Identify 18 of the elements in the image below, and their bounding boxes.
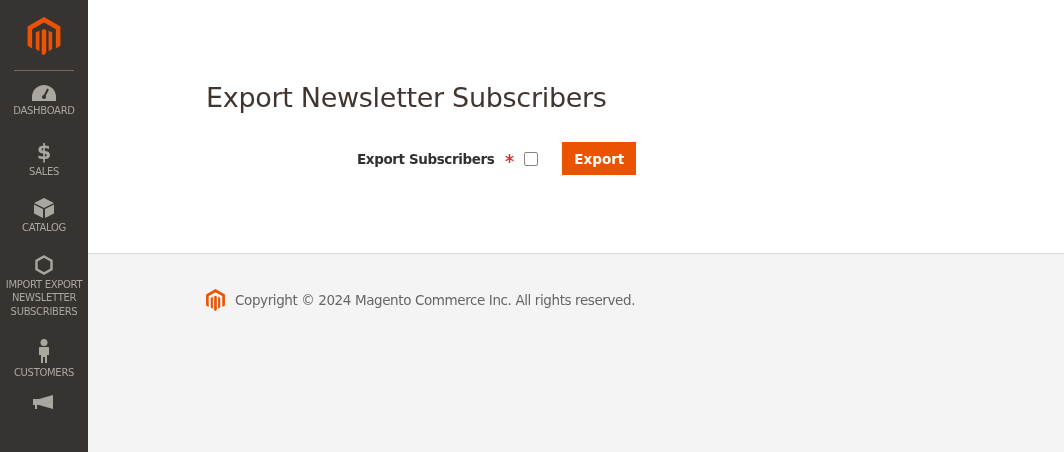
nav-item[interactable]: CUSTOMERS bbox=[2, 338, 86, 396]
hexagon-icon bbox=[35, 254, 53, 275]
box-icon bbox=[34, 198, 54, 219]
page-title: Export Newsletter Subscribers bbox=[206, 81, 608, 115]
dollar-icon: $ bbox=[36, 141, 52, 162]
copyright-text: Copyright © 2024 Magento Commerce Inc. All rights reserved. bbox=[235, 292, 636, 308]
export-button[interactable]: Export bbox=[562, 142, 637, 175]
nav-item[interactable]: CATALOG bbox=[2, 198, 86, 255]
gauge-icon bbox=[32, 85, 56, 102]
nav-item[interactable]: $ SALES bbox=[2, 141, 86, 199]
logo-icon bbox=[206, 289, 225, 311]
nav-item[interactable]: IMPORT EXPORT NEWSLETTER SUBSCRIBERS bbox=[2, 254, 86, 339]
logo-icon[interactable] bbox=[26, 17, 62, 56]
checkbox[interactable] bbox=[524, 151, 539, 166]
megaphone-icon bbox=[33, 395, 55, 410]
field-label: Export Subscribers bbox=[357, 150, 495, 167]
nav-item[interactable]: DASHBOARD bbox=[2, 85, 86, 142]
person-icon bbox=[38, 338, 50, 363]
